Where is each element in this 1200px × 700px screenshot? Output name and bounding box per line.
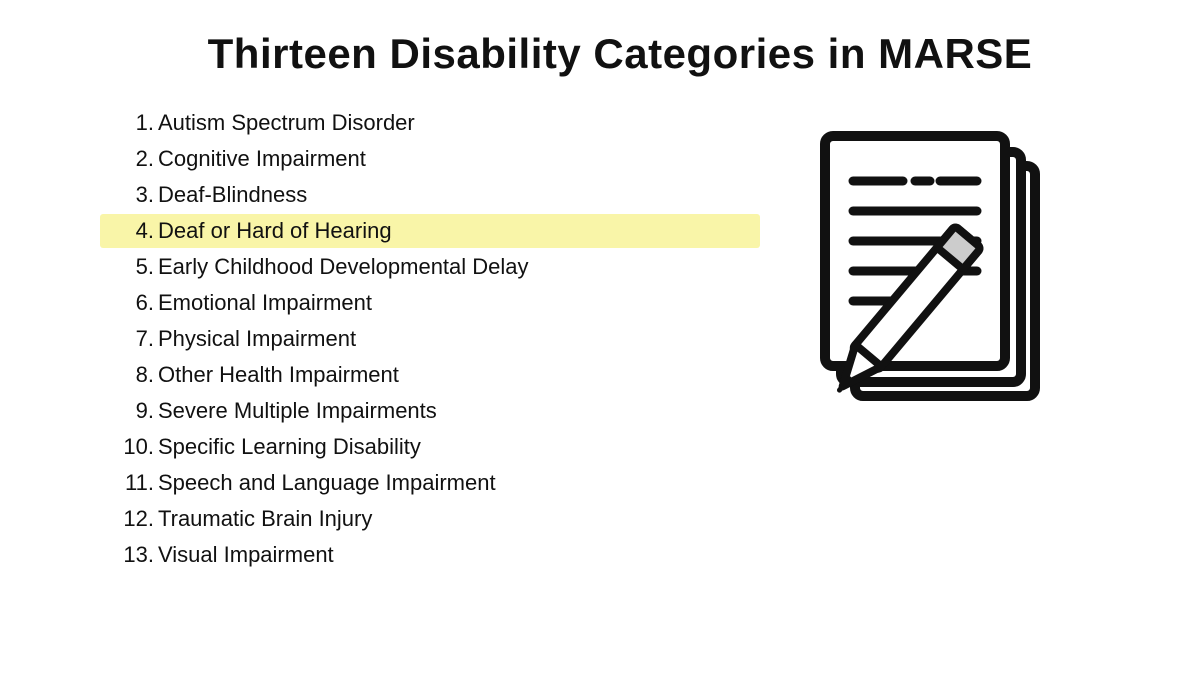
list-section: 1.Autism Spectrum Disorder2.Cognitive Im… — [100, 106, 800, 574]
item-number: 1. — [106, 110, 154, 136]
list-item: 8.Other Health Impairment — [100, 358, 760, 392]
list-item: 9.Severe Multiple Impairments — [100, 394, 760, 428]
list-item: 5.Early Childhood Developmental Delay — [100, 250, 760, 284]
item-text: Visual Impairment — [158, 542, 334, 568]
page-container: Thirteen Disability Categories in MARSE … — [0, 0, 1200, 700]
document-pencil-icon — [815, 126, 1125, 476]
list-item: 13.Visual Impairment — [100, 538, 760, 572]
item-number: 3. — [106, 182, 154, 208]
icon-section — [800, 106, 1140, 476]
item-number: 12. — [106, 506, 154, 532]
list-item: 6.Emotional Impairment — [100, 286, 760, 320]
item-text: Deaf or Hard of Hearing — [158, 218, 392, 244]
item-number: 2. — [106, 146, 154, 172]
list-item: 12.Traumatic Brain Injury — [100, 502, 760, 536]
page-title: Thirteen Disability Categories in MARSE — [100, 30, 1140, 78]
item-number: 7. — [106, 326, 154, 352]
list-item: 4.Deaf or Hard of Hearing — [100, 214, 760, 248]
item-text: Severe Multiple Impairments — [158, 398, 437, 424]
item-number: 10. — [106, 434, 154, 460]
item-number: 11. — [106, 470, 154, 496]
item-number: 5. — [106, 254, 154, 280]
item-text: Deaf-Blindness — [158, 182, 307, 208]
list-item: 7.Physical Impairment — [100, 322, 760, 356]
item-text: Early Childhood Developmental Delay — [158, 254, 529, 280]
item-number: 6. — [106, 290, 154, 316]
item-text: Specific Learning Disability — [158, 434, 421, 460]
item-text: Autism Spectrum Disorder — [158, 110, 415, 136]
list-item: 2.Cognitive Impairment — [100, 142, 760, 176]
item-text: Traumatic Brain Injury — [158, 506, 372, 532]
item-number: 13. — [106, 542, 154, 568]
list-item: 10.Specific Learning Disability — [100, 430, 760, 464]
item-text: Other Health Impairment — [158, 362, 399, 388]
item-text: Physical Impairment — [158, 326, 356, 352]
item-text: Emotional Impairment — [158, 290, 372, 316]
disability-list: 1.Autism Spectrum Disorder2.Cognitive Im… — [100, 106, 760, 572]
item-number: 8. — [106, 362, 154, 388]
item-number: 4. — [106, 218, 154, 244]
list-item: 1.Autism Spectrum Disorder — [100, 106, 760, 140]
content-area: 1.Autism Spectrum Disorder2.Cognitive Im… — [100, 106, 1140, 670]
item-text: Speech and Language Impairment — [158, 470, 496, 496]
item-text: Cognitive Impairment — [158, 146, 366, 172]
list-item: 11.Speech and Language Impairment — [100, 466, 760, 500]
item-number: 9. — [106, 398, 154, 424]
list-item: 3.Deaf-Blindness — [100, 178, 760, 212]
